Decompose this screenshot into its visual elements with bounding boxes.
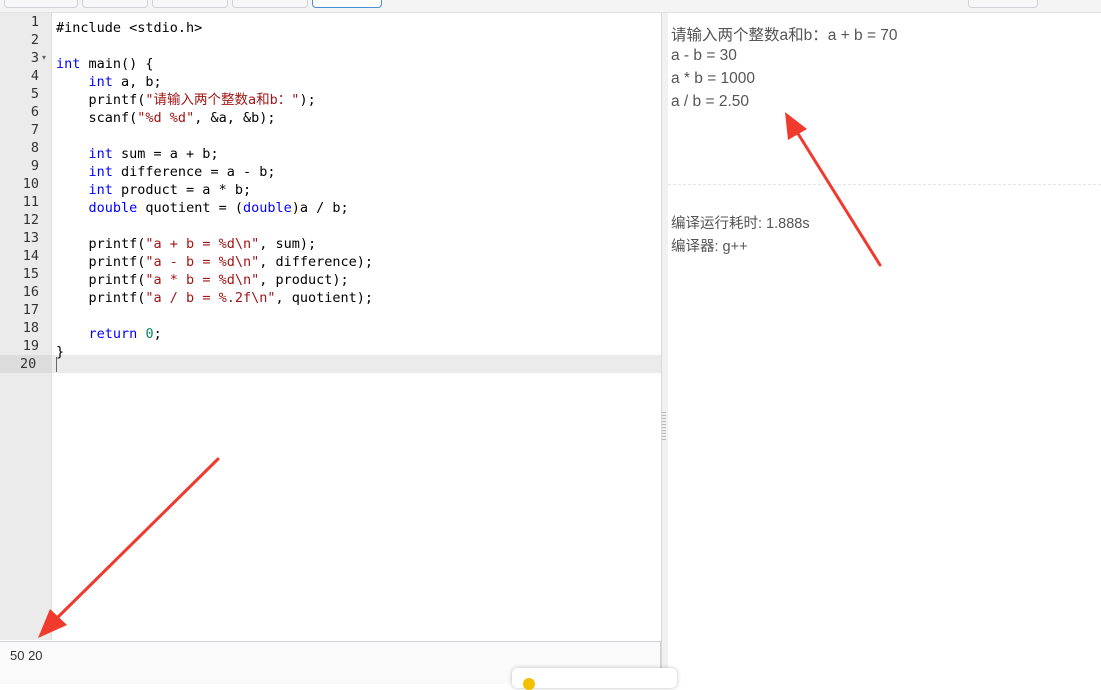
code-line: scanf("%d %d", &a, &b);	[88, 110, 276, 126]
line-number: 2	[30, 32, 39, 48]
line-number: 18	[22, 320, 39, 336]
output-line: a * b = 1000	[671, 70, 756, 87]
code-line: int main() {	[56, 56, 154, 72]
compile-time: 编译运行耗时: 1.888s	[671, 216, 810, 232]
code-line: printf("a - b = %d\n", difference);	[88, 254, 374, 270]
toolbar-button[interactable]	[232, 0, 308, 8]
code-line: printf("a / b = %.2f\n", quotient);	[88, 290, 374, 306]
code-text[interactable]: #include <stdio.h> int main() { int a, b…	[56, 19, 373, 361]
fold-arrow-icon[interactable]: ▾	[42, 49, 46, 67]
line-number: 16	[22, 284, 39, 300]
code-line: double quotient = (double)a / b;	[88, 200, 349, 216]
code-line: return 0;	[88, 326, 162, 342]
line-number: 6	[30, 104, 39, 120]
output-line: a / b = 2.50	[671, 93, 749, 110]
line-number: 5	[30, 86, 39, 102]
line-number: 17	[22, 302, 39, 318]
line-number: 11	[22, 194, 39, 210]
toolbar-button[interactable]	[968, 0, 1038, 8]
line-number: 3	[30, 50, 39, 66]
line-number: 1	[30, 14, 39, 30]
floating-popup	[512, 668, 677, 688]
code-editor[interactable]: 1 2 3 ▾ 4 5 6 7 8 9 10 11 12 13 14 15 16…	[0, 13, 661, 640]
stdin-value: 50 20	[10, 648, 43, 663]
code-line: int a, b;	[88, 74, 162, 90]
toolbar-button[interactable]	[82, 0, 148, 8]
line-number: 13	[22, 230, 39, 246]
top-toolbar	[0, 0, 1101, 13]
line-number: 10	[22, 176, 39, 192]
output-line: 请输入两个整数a和b：a + b = 70	[671, 27, 898, 44]
toolbar-button[interactable]	[152, 0, 228, 8]
code-line: int difference = a - b;	[88, 164, 276, 180]
compiler-info: 编译器: g++	[671, 239, 748, 255]
line-number: 9	[30, 158, 39, 174]
line-number-gutter: 1 2 3 ▾ 4 5 6 7 8 9 10 11 12 13 14 15 16…	[0, 13, 52, 640]
toolbar-button-active[interactable]	[312, 0, 382, 8]
status-dot-icon	[523, 678, 535, 690]
line-number: 20	[20, 356, 37, 372]
code-line: printf("a + b = %d\n", sum);	[88, 236, 317, 252]
code-line: printf("请输入两个整数a和b：");	[88, 92, 316, 108]
code-line: #include <stdio.h>	[56, 20, 203, 36]
toolbar-button[interactable]	[4, 0, 78, 8]
line-number: 7	[30, 122, 39, 138]
line-number: 15	[22, 266, 39, 282]
line-number: 12	[22, 212, 39, 228]
code-line: int sum = a + b;	[88, 146, 219, 162]
line-number: 4	[30, 68, 39, 84]
output-panel: 请输入两个整数a和b：a + b = 70 a - b = 30 a * b =…	[668, 13, 1101, 683]
output-divider	[668, 184, 1101, 185]
output-line: a - b = 30	[671, 47, 737, 64]
line-number: 19	[22, 338, 39, 354]
splitter-grip-icon[interactable]	[662, 412, 666, 440]
code-line: printf("a * b = %d\n", product);	[88, 272, 349, 288]
line-number: 14	[22, 248, 39, 264]
code-line: }	[56, 344, 65, 360]
line-number: 8	[30, 140, 39, 156]
code-line: int product = a * b;	[88, 182, 252, 198]
